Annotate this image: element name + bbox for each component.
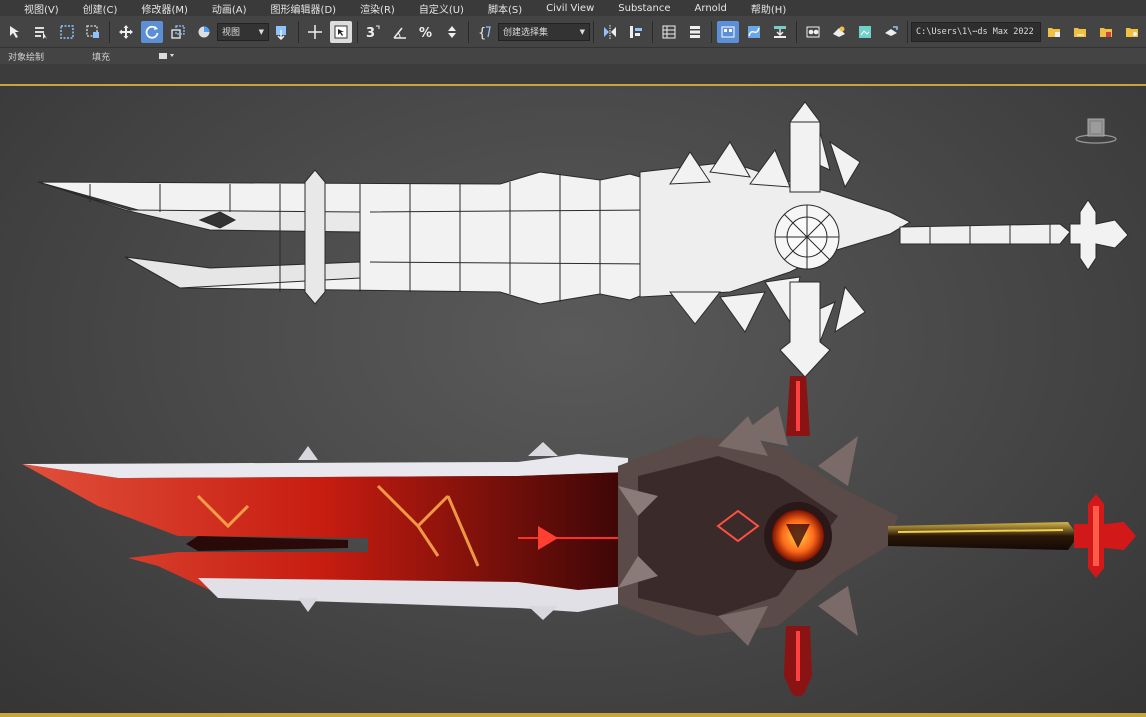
reference-coord-dropdown[interactable]: 视图 ▼ xyxy=(217,22,269,41)
material-editor-icon[interactable] xyxy=(802,21,824,43)
render-setup-icon[interactable] xyxy=(828,21,850,43)
toolbar-separator xyxy=(652,20,653,43)
folder-settings-icon[interactable] xyxy=(1121,21,1143,43)
menu-scripting[interactable]: 脚本(S) xyxy=(476,1,534,16)
named-selection-dropdown[interactable]: 创建选择集 ▼ xyxy=(498,22,590,41)
spinner-snap-icon[interactable] xyxy=(441,21,463,43)
menu-customize[interactable]: 自定义(U) xyxy=(407,1,476,16)
percent-snap-icon[interactable]: % xyxy=(415,21,437,43)
place-icon[interactable] xyxy=(193,21,215,43)
menu-animation[interactable]: 动画(A) xyxy=(200,1,259,16)
menu-help[interactable]: 帮助(H) xyxy=(739,1,798,16)
chevron-down-icon: ▼ xyxy=(258,27,264,36)
toolbar-separator xyxy=(907,20,908,43)
rendered-frame-window-icon[interactable] xyxy=(854,21,876,43)
menu-civil-view[interactable]: Civil View xyxy=(534,3,606,14)
svg-text:%: % xyxy=(419,26,432,40)
ribbon-bar: 对象绘制 填充 xyxy=(0,48,1146,64)
ribbon-panel xyxy=(0,64,1146,84)
toolbar-separator xyxy=(109,20,110,43)
menu-rendering[interactable]: 渲染(R) xyxy=(348,1,407,16)
toolbar-separator xyxy=(711,20,712,43)
align-icon[interactable] xyxy=(625,21,647,43)
pivot-center-icon[interactable] xyxy=(271,21,293,43)
select-link-icon[interactable] xyxy=(4,21,26,43)
menu-arnold[interactable]: Arnold xyxy=(683,3,739,14)
chevron-down-icon: ▼ xyxy=(579,27,585,36)
toolbar-separator xyxy=(593,20,594,43)
project-folder-path[interactable]: C:\Users\1\⋯ds Max 2022 xyxy=(911,21,1041,42)
layer-explorer-icon[interactable] xyxy=(684,21,706,43)
viewport-active-border xyxy=(0,713,1146,717)
snaps-toggle-icon[interactable]: 3 xyxy=(363,21,385,43)
project-folder-icon[interactable] xyxy=(1043,21,1065,43)
save-folder-icon[interactable] xyxy=(1095,21,1117,43)
scale-icon[interactable] xyxy=(167,21,189,43)
open-folder-icon[interactable] xyxy=(1069,21,1091,43)
tab-object-paint[interactable]: 对象绘制 xyxy=(0,50,52,63)
window-crossing-icon[interactable] xyxy=(82,21,104,43)
rect-selection-icon[interactable] xyxy=(56,21,78,43)
angle-snap-icon[interactable] xyxy=(389,21,411,43)
textured-sword-model[interactable] xyxy=(18,376,1140,696)
scene-explorer-icon[interactable] xyxy=(658,21,680,43)
schematic-view-icon[interactable] xyxy=(769,21,791,43)
toolbar-separator xyxy=(796,20,797,43)
wireframe-sword-model[interactable] xyxy=(30,92,1140,382)
project-path-text: C:\Users\1\⋯ds Max 2022 xyxy=(916,26,1034,37)
select-manipulate-icon[interactable] xyxy=(304,21,326,43)
toolbar-separator xyxy=(298,20,299,43)
keyboard-shortcut-override-icon[interactable] xyxy=(330,20,352,43)
main-toolbar: 视图 ▼ 3 % { 创建选择集 ▼ C:\Users\1\⋯ds Max 20… xyxy=(0,16,1146,48)
menu-view[interactable]: 视图(V) xyxy=(0,1,71,16)
toggle-ribbon-icon[interactable] xyxy=(717,20,739,43)
menu-graph-editors[interactable]: 图形编辑器(D) xyxy=(259,1,349,16)
render-production-icon[interactable] xyxy=(880,21,902,43)
svg-text:{: { xyxy=(478,26,486,40)
curve-editor-icon[interactable] xyxy=(743,21,765,43)
menu-bar: 视图(V) 创建(C) 修改器(M) 动画(A) 图形编辑器(D) 渲染(R) … xyxy=(0,0,1146,16)
ribbon-options-icon[interactable] xyxy=(118,51,184,61)
rotate-icon[interactable] xyxy=(141,20,163,43)
select-by-name-icon[interactable] xyxy=(30,21,52,43)
perspective-viewport[interactable] xyxy=(0,84,1146,713)
menu-modifiers[interactable]: 修改器(M) xyxy=(129,1,199,16)
svg-text:3: 3 xyxy=(366,26,375,40)
toolbar-separator xyxy=(468,20,469,43)
tab-fill[interactable]: 填充 xyxy=(52,50,118,63)
toolbar-separator xyxy=(357,20,358,43)
menu-create[interactable]: 创建(C) xyxy=(71,1,130,16)
edit-named-selection-icon[interactable]: { xyxy=(474,21,496,43)
reference-coord-value: 视图 xyxy=(222,28,241,38)
menu-substance[interactable]: Substance xyxy=(606,3,682,14)
named-selection-value: 创建选择集 xyxy=(503,28,549,38)
move-icon[interactable] xyxy=(115,21,137,43)
mirror-icon[interactable] xyxy=(599,21,621,43)
